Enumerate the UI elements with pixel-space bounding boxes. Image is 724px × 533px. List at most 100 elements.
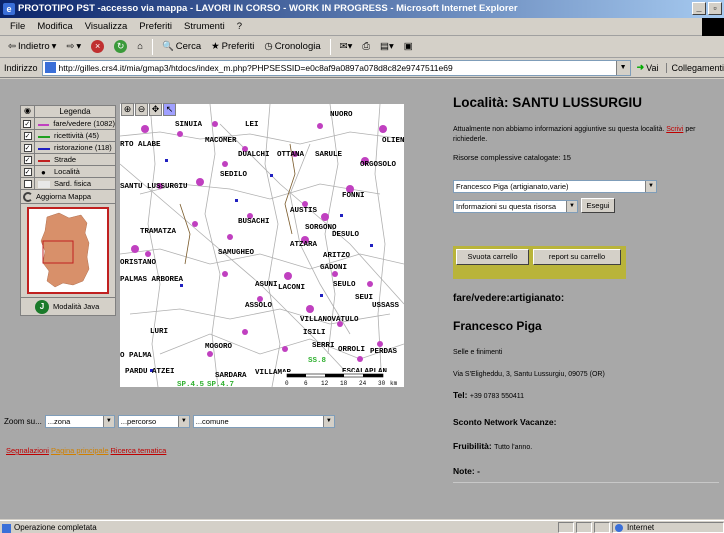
svg-text:ORGOSOLO: ORGOSOLO: [360, 161, 397, 169]
refresh-icon: ↻: [114, 40, 128, 53]
svg-text:SARULE: SARULE: [315, 151, 343, 159]
address-input[interactable]: http://gilles.crs4.it/mia/gmap3/htdocs/i…: [41, 59, 631, 76]
map-rivers: [179, 143, 296, 265]
go-arrow-icon: ➜: [636, 62, 645, 72]
zoom-out-icon[interactable]: ⊖: [135, 103, 148, 116]
zoom-zona-select[interactable]: ...zona ▼: [44, 415, 115, 428]
locality-info: Attualmente non abbiamo informazioni agg…: [453, 126, 696, 143]
mail-button[interactable]: ✉▾: [336, 38, 357, 56]
forward-button[interactable]: ⇨ ▾: [62, 38, 85, 56]
legend-item-fare-vedere[interactable]: ✓ fare/vedere (1082): [21, 117, 115, 130]
window-buttons: _ ▫: [692, 2, 722, 15]
legend-checkbox[interactable]: ✓: [23, 155, 32, 164]
legend-item-sard-fisica[interactable]: Sard. fisica: [21, 177, 115, 190]
legend-item-localita[interactable]: ✓ ● Località: [21, 165, 115, 178]
search-button[interactable]: 🔍 Cerca: [158, 38, 205, 56]
refresh-icon: [23, 191, 33, 202]
mail-icon: ✉▾: [339, 41, 353, 52]
svg-text:SP.4.5: SP.4.5: [177, 381, 205, 387]
zoom-percorso-select[interactable]: ...percorso ▼: [117, 415, 190, 428]
svg-text:SARDARA: SARDARA: [215, 372, 247, 380]
update-map-button[interactable]: Aggiorna Mappa: [21, 190, 115, 204]
legend-checkbox[interactable]: ✓: [23, 143, 32, 152]
java-mode-button[interactable]: J Modalità Java: [21, 297, 115, 315]
refresh-button[interactable]: ↻: [110, 38, 131, 56]
scrivi-link[interactable]: Scrivi: [666, 126, 683, 133]
zoom-comune-select[interactable]: ...comune ▼: [192, 415, 335, 428]
search-icon: 🔍: [161, 41, 174, 52]
status-cell: [594, 521, 610, 533]
menu-preferiti[interactable]: Preferiti: [133, 21, 178, 32]
svg-text:SEDILO: SEDILO: [220, 171, 248, 179]
discuss-icon: ▣: [403, 41, 413, 52]
cart-report-button[interactable]: report su carrello: [533, 249, 621, 265]
edit-button[interactable]: ▤▾: [376, 38, 398, 56]
back-button[interactable]: ⇦ Indietro ▾: [4, 38, 60, 56]
legend-header: ◉ Legenda: [21, 106, 115, 118]
page-icon: [2, 523, 11, 533]
status-bar: Operazione completata Internet: [0, 520, 724, 533]
resource-phone: Tel: +39 0783 550411: [453, 390, 525, 400]
history-button[interactable]: ◷ Cronologia: [260, 38, 324, 56]
window-title: PROTOTIPO PST -accesso via mappa - LAVOR…: [18, 3, 518, 14]
links-button[interactable]: Collegamenti: [666, 62, 724, 73]
print-button[interactable]: ⎙: [358, 38, 374, 56]
legend-checkbox[interactable]: [23, 179, 32, 188]
chevron-down-icon[interactable]: ▼: [615, 60, 630, 75]
minimize-button[interactable]: _: [692, 2, 706, 15]
discuss-button[interactable]: ▣: [400, 38, 417, 56]
svg-text:BUSACHI: BUSACHI: [238, 218, 270, 226]
address-url: http://gilles.crs4.it/mia/gmap3/htdocs/i…: [58, 62, 453, 73]
scale-tick: 12: [321, 380, 329, 387]
pagina-principale-link[interactable]: Pagina principale: [51, 446, 109, 455]
pointer-icon[interactable]: ↖: [163, 103, 176, 116]
menu-strumenti[interactable]: Strumenti: [178, 21, 231, 32]
svg-text:DESULO: DESULO: [332, 231, 360, 239]
history-icon: ◷: [264, 41, 273, 52]
eye-icon: ◉: [21, 106, 35, 117]
svg-text:ATZARA: ATZARA: [290, 241, 318, 249]
zoom-in-icon[interactable]: ⊕: [121, 103, 134, 116]
svg-text:ASUNI: ASUNI: [255, 281, 278, 289]
legend-item-ricettivita[interactable]: ✓ ricettività (45): [21, 129, 115, 142]
map-view[interactable]: NUORO OLIEN SINUIA LEI RTO ALABE MACOMER DUAL…: [120, 104, 404, 387]
segnalazioni-link[interactable]: Segnalazioni: [6, 446, 49, 455]
execute-button[interactable]: Esegui: [581, 198, 615, 213]
windows-throbber: [702, 18, 724, 36]
sard-fisica-swatch: [38, 180, 50, 188]
address-label: Indirizzo: [4, 62, 38, 73]
print-icon: ⎙: [362, 41, 370, 52]
empty-cart-button[interactable]: Svuota carrello: [456, 249, 529, 265]
restore-button[interactable]: ▫: [708, 2, 722, 15]
action-select[interactable]: Informazioni su questa risorsa ▼: [453, 200, 578, 213]
svg-text:SEULO: SEULO: [333, 281, 356, 289]
svg-text:SINUIA: SINUIA: [175, 121, 203, 129]
legend-item-ristorazione[interactable]: ✓ ristorazione (118): [21, 141, 115, 154]
chevron-down-icon: ▼: [645, 181, 656, 192]
legend-checkbox[interactable]: ✓: [23, 119, 32, 128]
sardinia-shape-icon: [40, 212, 90, 288]
sardinia-minimap[interactable]: [27, 207, 109, 294]
legend-item-strade[interactable]: ✓ Strade: [21, 153, 115, 166]
stop-button[interactable]: ×: [87, 38, 108, 56]
window-titlebar: e PROTOTIPO PST -accesso via mappa - LAV…: [0, 0, 724, 18]
svg-text:ISILI: ISILI: [303, 329, 326, 337]
legend-checkbox[interactable]: ✓: [23, 167, 32, 176]
pan-icon[interactable]: ✥: [149, 103, 162, 116]
menu-help[interactable]: ?: [231, 21, 248, 32]
home-button[interactable]: ⌂: [133, 38, 147, 56]
legend-checkbox[interactable]: ✓: [23, 131, 32, 140]
menu-visualizza[interactable]: Visualizza: [79, 21, 134, 32]
svg-text:LEI: LEI: [245, 121, 259, 129]
menu-modifica[interactable]: Modifica: [31, 21, 78, 32]
chevron-down-icon: ▼: [102, 416, 114, 427]
scale-tick: 18: [340, 380, 348, 387]
go-button[interactable]: ➜ Vai: [637, 62, 659, 73]
chevron-down-icon: ▼: [322, 416, 334, 427]
favorites-button[interactable]: ★ Preferiti: [207, 38, 258, 56]
svg-text:SP.4.7: SP.4.7: [207, 381, 234, 387]
menu-file[interactable]: File: [4, 21, 31, 32]
resource-select[interactable]: Francesco Piga (artigianato,varie) ▼: [453, 180, 657, 193]
map-canvas: NUORO OLIEN SINUIA LEI RTO ALABE MACOMERDUAL…: [120, 104, 404, 387]
ricerca-tematica-link[interactable]: Ricerca tematica: [111, 446, 167, 455]
